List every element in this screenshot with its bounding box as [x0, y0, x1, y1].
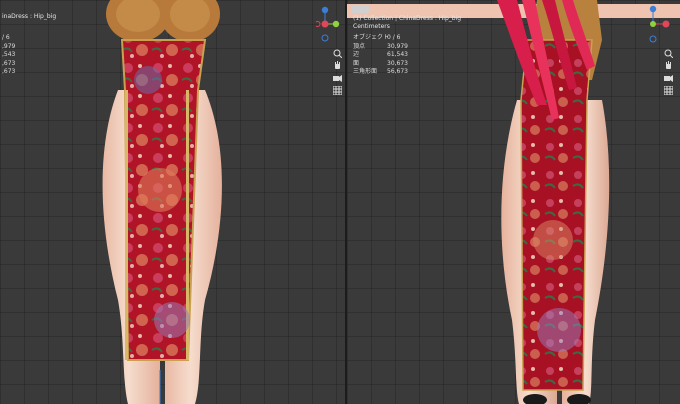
view-mode-label [351, 3, 371, 15]
grid-icon[interactable] [332, 85, 342, 95]
stat-row: ,979 [2, 42, 16, 50]
zoom-icon[interactable] [663, 48, 673, 58]
stat-row-objects: オブジェクト 0 / 6 [353, 34, 401, 41]
camera-icon[interactable] [332, 72, 342, 82]
stat-row-triangles: 三角形面 56,673 [353, 68, 408, 76]
stat-row-edges: 辺 61,543 [353, 51, 408, 59]
viewport-header: (1) Collection | ChinaDress : Hip_big [353, 15, 462, 22]
zoom-icon[interactable] [332, 48, 342, 58]
stat-row: ,673 [2, 68, 16, 76]
scene-stats: オブジェクト 0 / 6 頂点 30,979 辺 61,543 面 30,673 三角形… [353, 34, 408, 77]
stat-row-vertices: 頂点 30,979 [353, 42, 408, 50]
stat-row: ,673 [2, 59, 16, 67]
hand-pan-icon[interactable] [332, 60, 342, 70]
left-viewport[interactable]: inaDress : Hip_big / 6 ,979 ,543 ,673 ,6… [0, 0, 345, 404]
grid-icon[interactable] [663, 85, 673, 95]
stat-row: ,543 [2, 51, 16, 59]
navigation-gizmo[interactable] [316, 4, 340, 44]
left-model-render [102, 0, 222, 404]
hand-pan-icon[interactable] [663, 60, 673, 70]
navigation-gizmo[interactable] [647, 4, 671, 44]
stat-row: / 6 [2, 34, 10, 41]
right-viewport[interactable]: (1) Collection | ChinaDress : Hip_big Ce… [347, 0, 680, 404]
viewport-header: inaDress : Hip_big [2, 13, 57, 20]
unit-label: Centimeters [353, 23, 390, 30]
scene-stats: / 6 ,979 ,543 ,673 ,673 [2, 34, 15, 77]
camera-icon[interactable] [663, 72, 673, 82]
